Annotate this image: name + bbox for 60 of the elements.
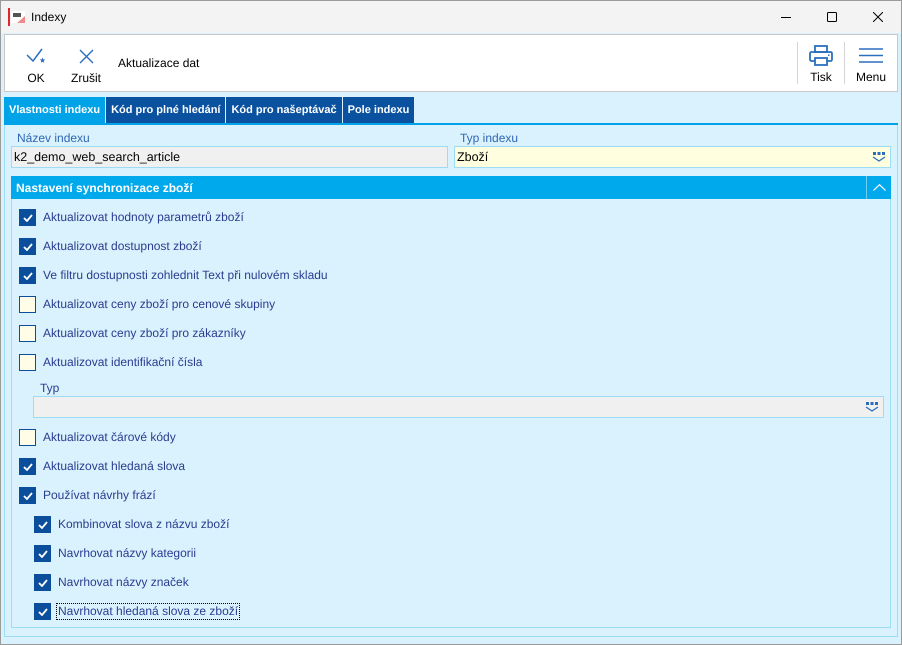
checkmark-icon [38,550,48,558]
checkbox-label: Aktualizovat ceny zboží pro zákazníky [42,325,247,342]
toolbar-caption: Aktualizace dat [118,55,200,72]
printer-icon [808,45,833,66]
toolbar-button[interactable]: Menu [844,35,897,91]
checkbox-label: Aktualizovat hledaná slova [42,458,186,475]
checkbox[interactable] [34,574,51,591]
close-icon [873,12,883,22]
checkmark-icon [38,608,48,616]
checkmark-icon [38,578,48,586]
field-label: Typ [39,381,60,395]
checkbox[interactable] [19,325,36,342]
checkbox-label: Aktualizovat ceny zboží pro cenové skupiny [42,296,276,313]
checkbox-label: Ve filtru dostupnosti zohlednit Text při nulovém skladu [42,267,329,284]
checkmark-icon [22,272,32,280]
field-label: Typ indexu [459,131,520,145]
checkbox[interactable] [19,354,36,371]
checkmark-star-icon [26,48,46,64]
toolbar-button[interactable]: OK [16,35,56,91]
checkbox[interactable] [19,487,36,504]
checkbox-label: Aktualizovat identifikační čísla [42,354,204,371]
dropdown-field[interactable]: Zboží [454,146,891,168]
tab[interactable]: Kód pro našeptávač [226,97,342,123]
checkbox-label: Aktualizovat dostupnost zboží [42,238,203,255]
checkbox-label: Navrhovat názvy kategorii [57,545,198,562]
app-logo-icon [8,8,26,26]
checkbox-label: Navrhovat hledaná slova ze zboží [56,603,240,620]
checkbox[interactable] [19,296,36,313]
checkbox[interactable] [34,603,51,620]
checkbox[interactable] [19,458,36,475]
close-x-icon [78,48,94,64]
checkbox-label: Navrhovat názvy značek [57,574,190,591]
checkmark-icon [22,492,32,500]
tab[interactable]: Kód pro plné hledání [106,97,226,123]
checkbox-label: Kombinovat slova z názvu zboží [57,516,230,533]
checkmark-icon [22,462,32,470]
checkbox[interactable] [19,209,36,226]
checkbox-label: Aktualizovat čárové kódy [42,429,177,446]
checkbox[interactable] [34,516,51,533]
menu-icon [858,48,883,63]
dropdown-icon [872,152,886,162]
chevron-up-icon [872,184,886,191]
checkbox[interactable] [19,238,36,255]
toolbar-button[interactable]: Tisk [798,35,844,91]
field-label: Název indexu [16,131,91,145]
dropdown-icon [865,402,879,412]
checkbox[interactable] [19,429,36,446]
checkbox-label: Používat návrhy frází [42,487,157,504]
section-title: Nastavení synchronizace zboží [15,180,193,196]
checkmark-icon [22,214,32,222]
checkbox[interactable] [34,545,51,562]
checkbox[interactable] [19,267,36,284]
toolbar-button[interactable]: Zrušit [64,35,108,91]
tab[interactable]: Pole indexu [342,97,414,123]
window-title: Indexy [31,9,66,26]
checkmark-icon [22,242,32,250]
maximize-icon [827,12,837,22]
checkmark-icon [38,520,48,528]
checkbox-label: Aktualizovat hodnoty parametrů zboží [42,209,245,226]
minimize-icon [781,16,791,18]
